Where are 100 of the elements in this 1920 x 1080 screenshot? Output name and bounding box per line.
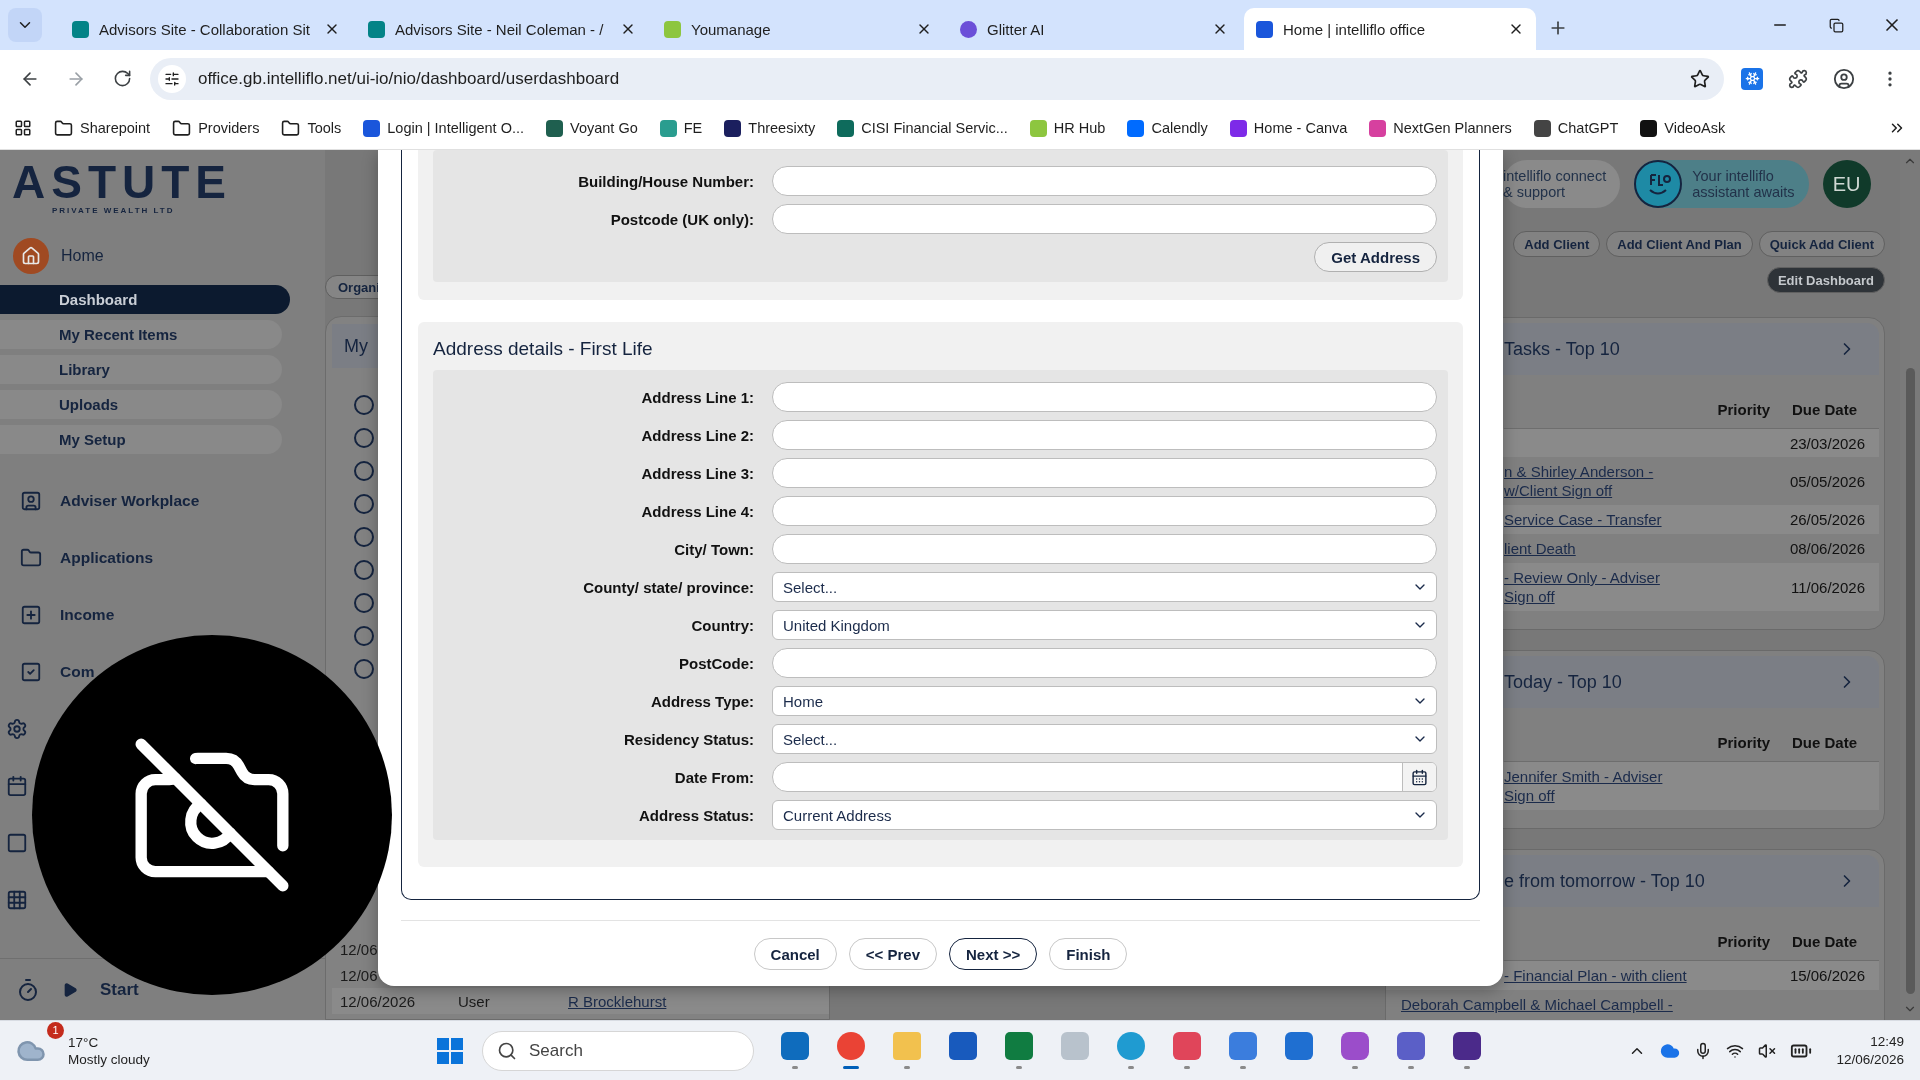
folder-icon[interactable]	[20, 546, 42, 569]
text-field[interactable]	[772, 648, 1437, 678]
snip-tool-icon[interactable]	[1173, 1032, 1201, 1060]
checkbox-icon[interactable]	[20, 660, 42, 683]
action-button[interactable]: Add Client And Plan	[1606, 231, 1753, 257]
bookmark[interactable]: Tools	[281, 118, 342, 138]
action-button[interactable]: Quick Add Client	[1758, 231, 1885, 257]
task-link[interactable]: - Review Only - Adviser Sign off	[1504, 568, 1660, 606]
bookmark[interactable]: Voyant Go	[546, 119, 638, 137]
text-field[interactable]	[772, 534, 1437, 564]
wizard-button[interactable]: Next >>	[949, 938, 1038, 970]
radio-button[interactable]	[354, 428, 374, 448]
play-icon[interactable]	[62, 981, 78, 998]
bookmark[interactable]: Home - Canva	[1229, 119, 1348, 137]
bookmark[interactable]: NextGen Planners	[1369, 119, 1512, 137]
nav-item[interactable]: My Setup	[0, 425, 282, 454]
select-field[interactable]: Current Address	[772, 800, 1437, 830]
user-avatar[interactable]: EU	[1822, 160, 1871, 208]
chat-app-icon[interactable]	[1397, 1032, 1425, 1060]
globe-icon[interactable]	[1117, 1032, 1145, 1060]
text-field[interactable]	[772, 458, 1437, 488]
restore-icon[interactable]	[1828, 17, 1844, 33]
taskbar-search-field[interactable]: Search	[482, 1030, 754, 1071]
bookmark-star-icon[interactable]	[1690, 68, 1710, 89]
snowflake-icon[interactable]	[1285, 1032, 1313, 1060]
radio-button[interactable]	[354, 560, 374, 580]
document-icon[interactable]	[949, 1032, 977, 1060]
bookmark[interactable]: Threesixty	[724, 119, 816, 137]
browser-tab[interactable]: Youmanage	[652, 8, 944, 50]
date-field[interactable]	[772, 762, 1437, 792]
text-field[interactable]	[772, 382, 1437, 412]
copilot-icon[interactable]	[1341, 1032, 1369, 1060]
text-field[interactable]	[772, 166, 1437, 196]
edit-dashboard-button[interactable]: Edit Dashboard	[1766, 267, 1885, 293]
browser-icon[interactable]	[837, 1032, 865, 1060]
nav-link[interactable]: Income	[60, 605, 115, 624]
extensions-icon[interactable]	[1788, 68, 1808, 89]
select-field[interactable]: United Kingdom	[772, 610, 1437, 640]
select-field[interactable]: Home	[772, 686, 1437, 716]
bookmark[interactable]: Calendly	[1127, 119, 1208, 137]
text-field[interactable]	[772, 204, 1437, 234]
profile-icon[interactable]	[1833, 67, 1855, 90]
bookmark[interactable]: CISI Financial Servic...	[837, 119, 1008, 137]
task-link[interactable]: Deborah Campbell & Michael Campbell -	[1401, 995, 1673, 1014]
radio-button[interactable]	[354, 494, 374, 514]
extension-icon[interactable]	[1741, 67, 1763, 90]
text-field[interactable]	[772, 496, 1437, 526]
nav-link[interactable]: Applications	[60, 548, 153, 567]
nav-item[interactable]: My Recent Items	[0, 320, 282, 349]
spreadsheet-icon[interactable]	[1005, 1032, 1033, 1060]
select-field[interactable]: Select...	[772, 724, 1437, 754]
browser-tab[interactable]: Glitter AI	[948, 8, 1240, 50]
action-button[interactable]: Add Client	[1513, 231, 1601, 257]
nav-item[interactable]: Uploads	[0, 390, 282, 419]
app-icon[interactable]	[1453, 1032, 1481, 1060]
bookmark[interactable]: Providers	[172, 118, 260, 138]
plus-icon[interactable]	[20, 603, 42, 626]
connect-button[interactable]: intelliflo connect & support	[1503, 160, 1621, 208]
reload-icon[interactable]	[112, 69, 132, 88]
grid-icon[interactable]	[6, 888, 28, 911]
get-address-button[interactable]: Get Address	[1314, 242, 1437, 272]
browser-tab[interactable]: Advisors Site - Collaboration Sit	[60, 8, 352, 50]
nav-link[interactable]: Home	[61, 247, 104, 265]
bookmark[interactable]: FE	[659, 119, 703, 137]
bookmark[interactable]: HR Hub	[1029, 119, 1106, 137]
nav-link[interactable]: Adviser Workplace	[60, 491, 200, 510]
bookmark[interactable]: VideoAsk	[1640, 119, 1726, 137]
clock[interactable]: 12:49 12/06/2026	[1836, 1032, 1904, 1069]
windows-start-icon[interactable]	[436, 1036, 464, 1065]
square-icon[interactable]	[6, 831, 28, 854]
radio-button[interactable]	[354, 461, 374, 481]
calendar-button[interactable]	[1402, 763, 1436, 791]
weather-widget[interactable]: 17°C Mostly cloudy	[68, 1033, 150, 1068]
mute-icon[interactable]	[1758, 1041, 1777, 1060]
nav-item[interactable]: Library	[0, 355, 282, 384]
bookmark[interactable]: ChatGPT	[1533, 119, 1619, 137]
client-link[interactable]: R Brocklehurst	[568, 992, 667, 1010]
select-field[interactable]: Select...	[772, 572, 1437, 602]
text-field[interactable]	[772, 420, 1437, 450]
gear-icon[interactable]	[6, 717, 28, 740]
wizard-button[interactable]: Cancel	[753, 938, 837, 970]
radio-button[interactable]	[354, 527, 374, 547]
wizard-button[interactable]: << Prev	[848, 938, 937, 970]
task-link[interactable]: Service Case - Transfer	[1504, 510, 1662, 529]
apps-icon[interactable]	[14, 119, 32, 137]
mail-app-icon[interactable]	[781, 1032, 809, 1060]
radio-button[interactable]	[354, 395, 374, 415]
browser-tab[interactable]: Home | intelliflo office	[1244, 8, 1536, 50]
bookmark[interactable]: Sharepoint	[54, 118, 151, 138]
home-icon[interactable]	[13, 238, 49, 274]
person-icon[interactable]	[20, 489, 42, 512]
task-link[interactable]: - Financial Plan - with client	[1504, 966, 1687, 985]
task-link[interactable]: n & Shirley Anderson - w/Client Sign off	[1504, 462, 1654, 500]
radio-button[interactable]	[354, 593, 374, 613]
task-link[interactable]: lient Death	[1504, 539, 1576, 558]
bookmark[interactable]: Login | Intelligent O...	[363, 119, 525, 137]
site-settings-button[interactable]	[158, 64, 186, 93]
browser-tab[interactable]: Advisors Site - Neil Coleman - /	[356, 8, 648, 50]
folder-app-icon[interactable]	[1229, 1032, 1257, 1060]
wizard-button[interactable]: Finish	[1049, 938, 1128, 970]
